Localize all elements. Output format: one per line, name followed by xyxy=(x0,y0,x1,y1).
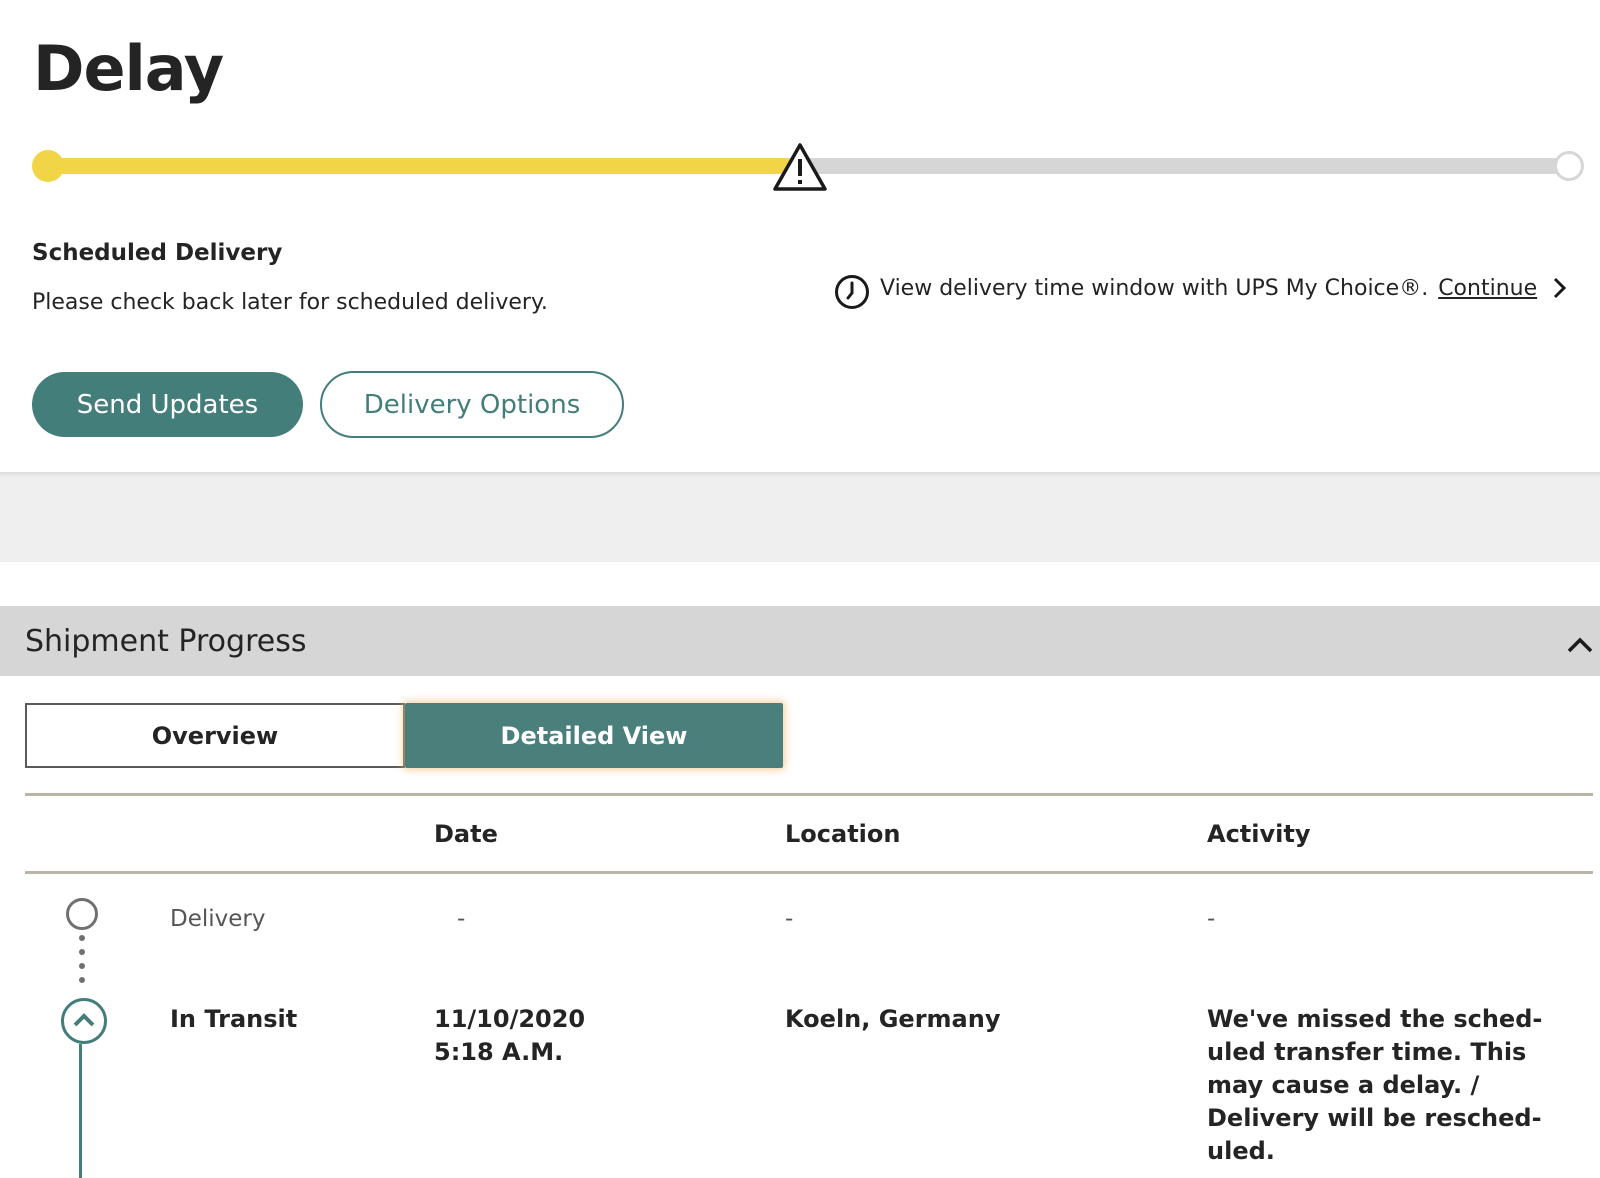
timeline-expand-toggle[interactable] xyxy=(61,998,107,1044)
tab-detailed-view[interactable]: Detailed View xyxy=(405,703,783,768)
row-delivery-date: - xyxy=(457,906,466,932)
column-header-location: Location xyxy=(785,820,901,848)
timeline-pending-dot xyxy=(66,898,98,930)
shipment-progress-header[interactable]: Shipment Progress xyxy=(0,606,1600,676)
row-transit-date: 11/10/2020 xyxy=(434,1005,586,1033)
clock-icon xyxy=(835,275,869,309)
chevron-up-icon xyxy=(73,1013,95,1027)
delivery-options-button[interactable]: Delivery Options xyxy=(320,371,624,438)
row-delivery-location: - xyxy=(785,906,794,932)
panel-shadow xyxy=(0,472,1600,478)
column-header-activity: Activity xyxy=(1207,820,1311,848)
view-tabs: Overview Detailed View xyxy=(25,703,783,768)
status-panel: Delay Scheduled Delivery Please check ba… xyxy=(0,0,1600,474)
column-header-date: Date xyxy=(434,820,498,848)
progress-start-dot xyxy=(32,150,64,182)
progress-fill xyxy=(48,158,793,174)
row-transit-activity: We've missed the sched-uled transfer tim… xyxy=(1207,1005,1543,1165)
row-transit-datetime: 11/10/2020 5:18 A.M. xyxy=(434,1003,585,1069)
chevron-up-icon[interactable] xyxy=(1566,636,1594,654)
separator-band xyxy=(0,474,1600,562)
my-choice-promo: View delivery time window with UPS My Ch… xyxy=(834,266,1569,310)
section-title: Shipment Progress xyxy=(25,624,307,659)
tab-overview[interactable]: Overview xyxy=(25,703,405,768)
row-transit-time: 5:18 A.M. xyxy=(434,1038,564,1066)
status-title: Delay xyxy=(33,32,224,105)
continue-link[interactable]: Continue xyxy=(1438,276,1537,301)
row-transit-status: In Transit xyxy=(170,1005,298,1033)
table-top-rule xyxy=(25,793,1593,796)
scheduled-delivery-label: Scheduled Delivery xyxy=(32,240,283,266)
row-delivery-activity: - xyxy=(1207,906,1216,932)
chevron-right-icon[interactable] xyxy=(1551,276,1569,300)
row-delivery-status: Delivery xyxy=(170,906,266,932)
timeline-dotted-connector xyxy=(79,935,85,983)
timeline-connector-line xyxy=(79,1044,82,1178)
progress-end-dot xyxy=(1554,151,1584,181)
my-choice-text: View delivery time window with UPS My Ch… xyxy=(880,275,1429,301)
send-updates-button[interactable]: Send Updates xyxy=(32,372,303,437)
warning-icon xyxy=(773,143,827,191)
scheduled-delivery-text: Please check back later for scheduled de… xyxy=(32,290,548,315)
table-header-rule xyxy=(25,871,1593,874)
row-transit-location: Koeln, Germany xyxy=(785,1005,1001,1033)
